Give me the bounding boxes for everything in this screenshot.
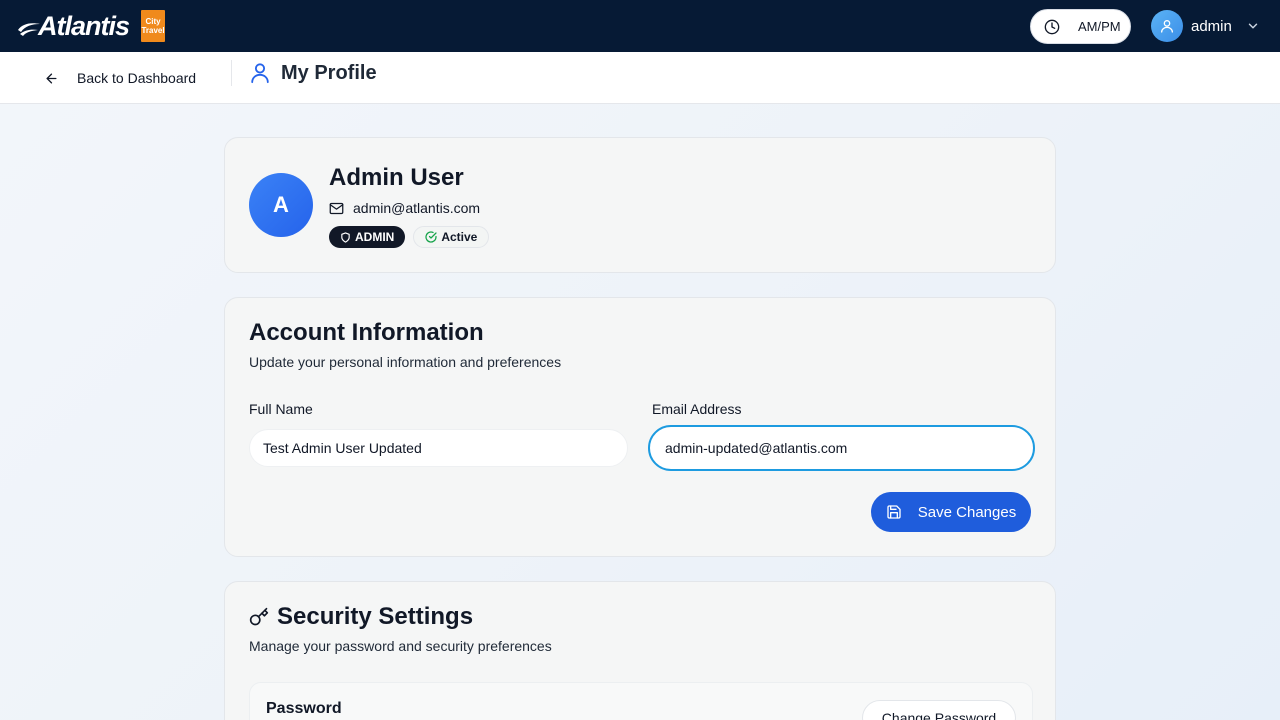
back-to-dashboard-button[interactable]: Back to Dashboard xyxy=(44,64,196,92)
full-name-input[interactable] xyxy=(249,429,628,467)
logo-wordmark: Atlantis xyxy=(16,11,130,42)
email-address-label: Email Address xyxy=(652,401,742,417)
back-button-label: Back to Dashboard xyxy=(77,70,197,86)
save-changes-button[interactable]: Save Changes xyxy=(871,492,1031,532)
status-badge-label: Active xyxy=(441,230,478,244)
top-navigation-bar: Atlantis City Travel AM/PM admin xyxy=(0,0,1280,52)
section-title: Account Information xyxy=(249,319,484,346)
header-divider xyxy=(231,60,232,86)
city-travel-logo: City Travel xyxy=(141,10,166,42)
username-label: admin xyxy=(1191,17,1232,35)
section-title: Security Settings xyxy=(277,603,474,630)
page-title: My Profile xyxy=(281,61,377,84)
atlantis-logo[interactable]: Atlantis City Travel xyxy=(16,10,166,42)
key-icon xyxy=(249,607,269,626)
role-badge: ADMIN xyxy=(329,226,406,248)
page-header: Back to Dashboard My Profile xyxy=(0,52,1280,104)
profile-email: admin@atlantis.com xyxy=(329,200,480,216)
user-avatar xyxy=(1151,10,1183,42)
profile-name: Admin User xyxy=(329,164,464,191)
check-circle-icon xyxy=(425,231,437,243)
user-icon xyxy=(1161,20,1173,33)
chevron-down-icon xyxy=(1248,23,1258,29)
role-badge-label: ADMIN xyxy=(355,230,395,244)
section-description: Update your personal information and pre… xyxy=(249,354,562,370)
avatar: A xyxy=(249,173,313,237)
section-description: Manage your password and security prefer… xyxy=(249,638,552,654)
account-information-card: Account Information Update your personal… xyxy=(224,297,1056,557)
status-badge: Active xyxy=(413,226,490,248)
arrow-left-icon xyxy=(46,73,57,83)
time-format-toggle[interactable]: AM/PM xyxy=(1030,9,1131,44)
security-title-group: Security Settings xyxy=(249,603,473,631)
password-row: Password Change Password xyxy=(249,682,1033,720)
email-address-input[interactable] xyxy=(648,425,1035,471)
save-icon xyxy=(887,505,901,519)
profile-badges: ADMIN Active xyxy=(329,226,490,248)
mail-icon xyxy=(329,202,344,214)
profile-email-text: admin@atlantis.com xyxy=(353,200,481,216)
clock-icon xyxy=(1044,19,1060,34)
save-button-label: Save Changes xyxy=(917,503,1017,521)
change-password-button[interactable]: Change Password xyxy=(862,700,1016,720)
security-settings-card: Security Settings Manage your password a… xyxy=(224,581,1056,720)
password-label: Password xyxy=(266,700,342,717)
user-icon xyxy=(251,63,269,84)
profile-summary-card: A Admin User admin@atlantis.com ADMIN Ac… xyxy=(224,137,1056,273)
time-format-label: AM/PM xyxy=(1078,19,1121,34)
page-title-group: My Profile xyxy=(249,59,377,87)
shield-icon xyxy=(341,231,350,243)
user-menu[interactable]: admin xyxy=(1151,10,1260,42)
full-name-label: Full Name xyxy=(249,401,313,417)
